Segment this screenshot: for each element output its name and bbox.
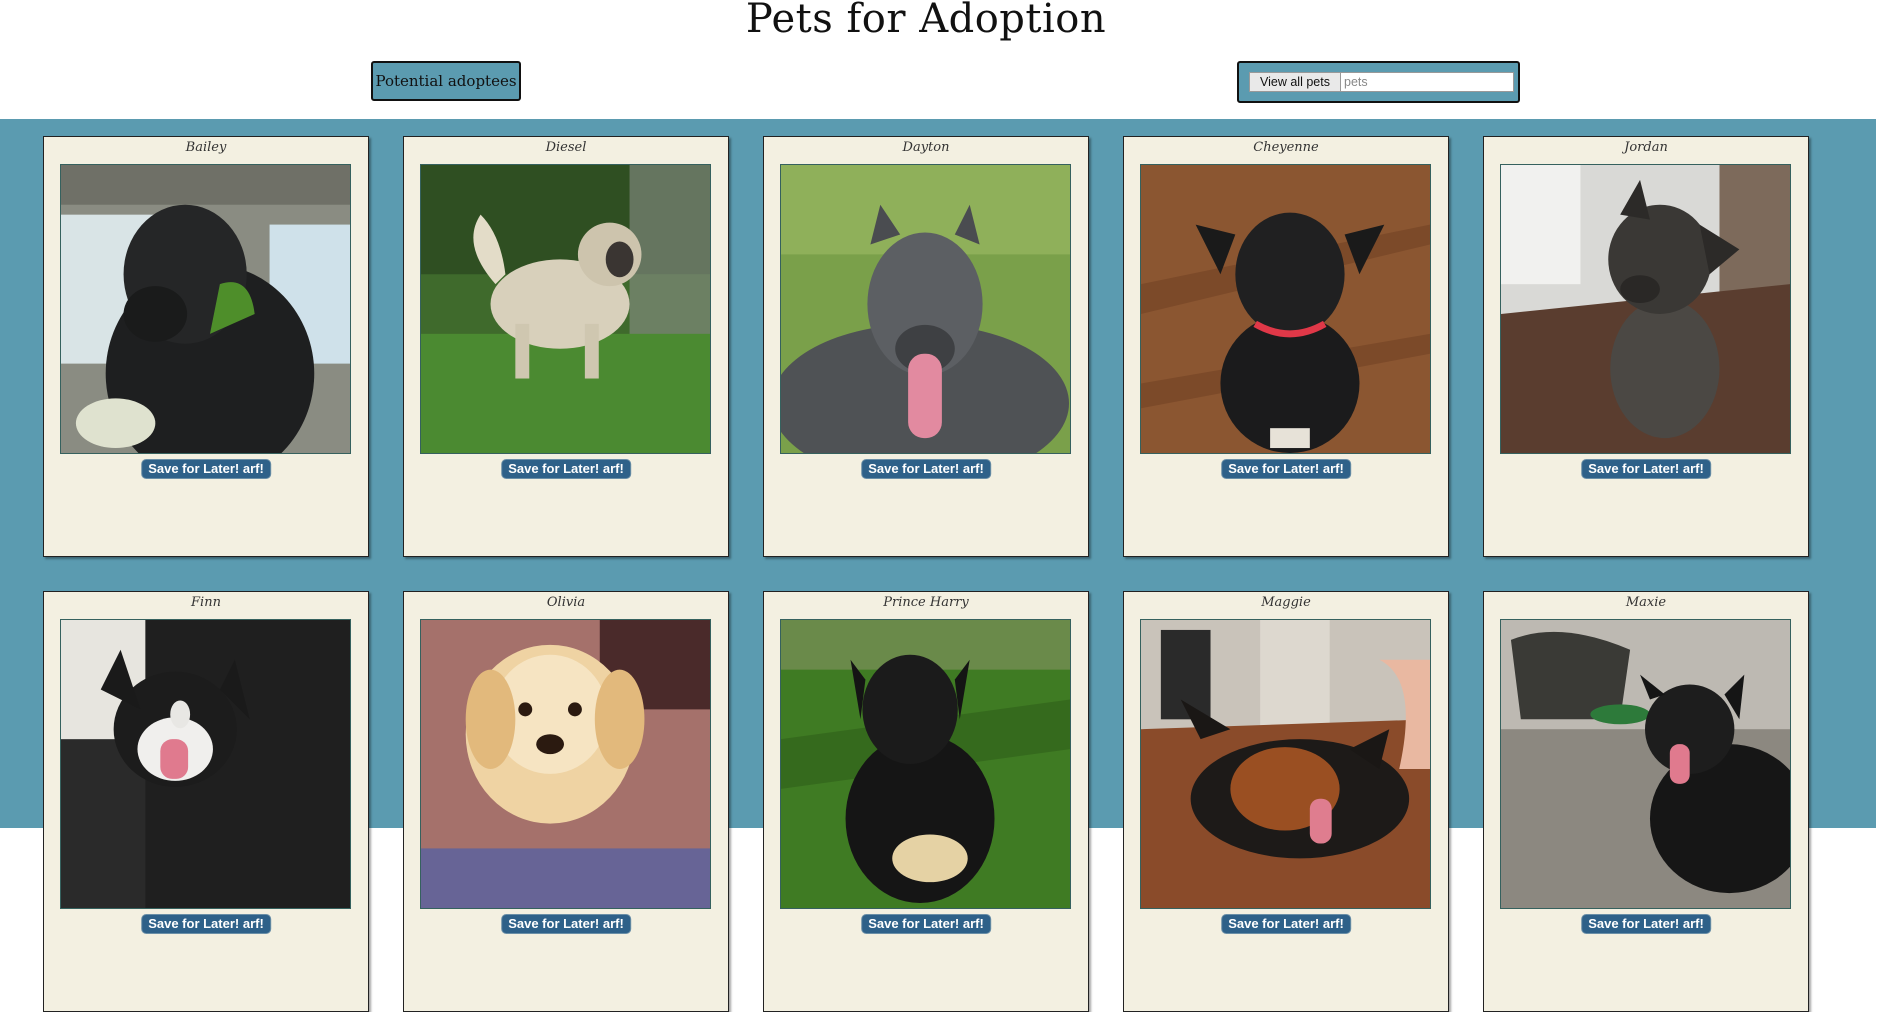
pet-photo	[60, 164, 351, 454]
save-for-later-button[interactable]: Save for Later! arf!	[141, 459, 271, 479]
pet-name: Prince Harry	[883, 595, 969, 610]
pet-card: Dayton Save for Later! arf!	[763, 136, 1089, 557]
pet-name: Dayton	[902, 140, 950, 155]
potential-adoptees-button[interactable]: Potential adoptees	[371, 61, 521, 101]
save-for-later-button[interactable]: Save for Later! arf!	[1581, 914, 1711, 934]
pet-name: Diesel	[545, 140, 587, 155]
page-title: Pets for Adoption	[745, 0, 1107, 42]
pet-card: Maxie Save for Later! arf!	[1483, 591, 1809, 1012]
save-for-later-button[interactable]: Save for Later! arf!	[1221, 914, 1351, 934]
pet-photo	[60, 619, 351, 909]
pet-photo	[780, 619, 1071, 909]
page-header: Pets for Adoption Potential adoptees Vie…	[0, 0, 1880, 119]
search-box: View all pets	[1237, 61, 1520, 103]
pet-photo	[1500, 619, 1791, 909]
pet-card: Maggie Save for Later! arf!	[1123, 591, 1449, 1012]
pet-name: Olivia	[546, 595, 586, 610]
pet-card: Olivia Save for Later! arf!	[403, 591, 729, 1012]
save-for-later-button[interactable]: Save for Later! arf!	[1581, 459, 1711, 479]
save-for-later-button[interactable]: Save for Later! arf!	[501, 914, 631, 934]
save-for-later-button[interactable]: Save for Later! arf!	[861, 914, 991, 934]
pet-card: Diesel Save for Later! arf!	[403, 136, 729, 557]
pet-card: Finn Save for Later! arf!	[43, 591, 369, 1012]
save-for-later-button[interactable]: Save for Later! arf!	[861, 459, 991, 479]
pet-name: Maxie	[1625, 595, 1667, 610]
save-for-later-button[interactable]: Save for Later! arf!	[141, 914, 271, 934]
pet-photo	[780, 164, 1071, 454]
pet-photo	[420, 164, 711, 454]
pet-name: Maggie	[1261, 595, 1311, 610]
pet-name: Jordan	[1624, 140, 1668, 155]
pet-name: Finn	[191, 595, 221, 610]
view-all-pets-button[interactable]: View all pets	[1249, 72, 1341, 92]
pet-name: Cheyenne	[1253, 140, 1319, 155]
pet-card: Prince Harry Save for Later! arf!	[763, 591, 1089, 1012]
pet-photo	[1140, 164, 1431, 454]
pet-card: Jordan Save for Later! arf!	[1483, 136, 1809, 557]
pet-photo	[420, 619, 711, 909]
page-right-edge	[1876, 0, 1880, 828]
pet-card: Cheyenne Save for Later! arf!	[1123, 136, 1449, 557]
save-for-later-button[interactable]: Save for Later! arf!	[1221, 459, 1351, 479]
pet-gallery: Bailey Save for Later! arf! Diesel Save …	[0, 119, 1876, 1012]
pet-photo	[1500, 164, 1791, 454]
pet-name: Bailey	[185, 140, 227, 155]
pet-card: Bailey Save for Later! arf!	[43, 136, 369, 557]
pet-photo	[1140, 619, 1431, 909]
pets-search-input[interactable]	[1340, 72, 1514, 92]
save-for-later-button[interactable]: Save for Later! arf!	[501, 459, 631, 479]
